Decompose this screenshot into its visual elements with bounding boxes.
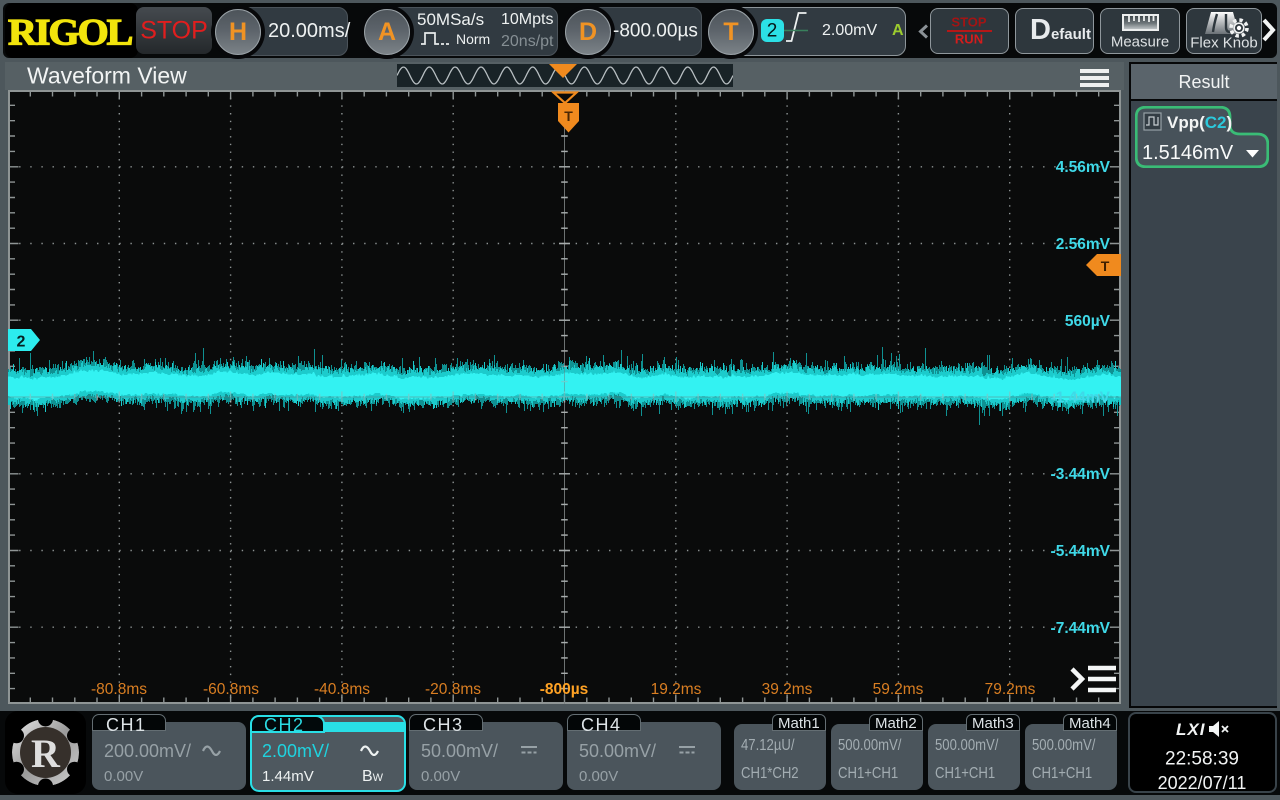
svg-text:39.2ms: 39.2ms bbox=[762, 681, 813, 698]
svg-text:-800µs: -800µs bbox=[540, 681, 589, 698]
svg-text:-60.8ms: -60.8ms bbox=[203, 681, 259, 698]
svg-text:-5.44mV: -5.44mV bbox=[1051, 543, 1111, 560]
svg-text:T: T bbox=[1101, 258, 1110, 274]
svg-text:19.2ms: 19.2ms bbox=[651, 681, 702, 698]
svg-text:2.56mV: 2.56mV bbox=[1056, 236, 1111, 253]
svg-text:2: 2 bbox=[17, 334, 26, 351]
svg-text:-80.8ms: -80.8ms bbox=[91, 681, 147, 698]
svg-text:R: R bbox=[31, 731, 61, 776]
svg-text:-7.44mV: -7.44mV bbox=[1051, 620, 1111, 637]
svg-text:59.2ms: 59.2ms bbox=[873, 681, 924, 698]
svg-text:-40.8ms: -40.8ms bbox=[314, 681, 370, 698]
svg-text:4.56mV: 4.56mV bbox=[1056, 159, 1111, 176]
svg-text:-1.44mV: -1.44mV bbox=[1051, 390, 1111, 407]
svg-text:-3.44mV: -3.44mV bbox=[1051, 466, 1111, 483]
svg-text:-20.8ms: -20.8ms bbox=[425, 681, 481, 698]
svg-text:79.2ms: 79.2ms bbox=[985, 681, 1036, 698]
svg-text:560µV: 560µV bbox=[1065, 313, 1111, 330]
svg-text:T: T bbox=[564, 108, 573, 124]
